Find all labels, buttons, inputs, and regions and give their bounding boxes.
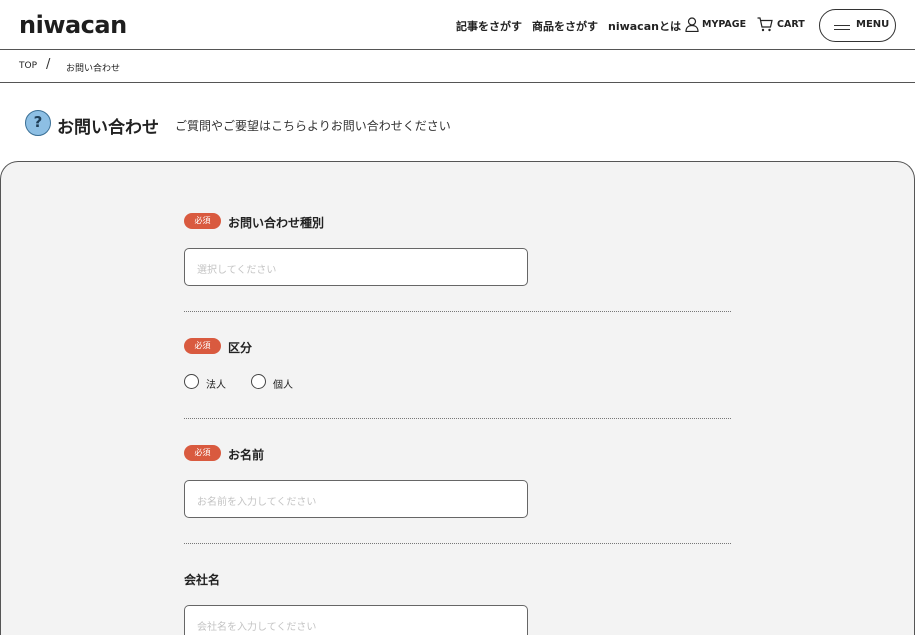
required-badge: 必須: [184, 445, 221, 461]
radio-individual[interactable]: [251, 374, 266, 389]
nav-search-articles[interactable]: 記事をさがす: [456, 18, 522, 34]
breadcrumb-separator: /: [46, 57, 51, 72]
radio-corporate[interactable]: [184, 374, 199, 389]
inquiry-type-placeholder: 選択してください: [197, 265, 277, 276]
divider: [184, 543, 731, 544]
contact-form-panel: [0, 161, 915, 635]
hamburger-icon: [834, 25, 850, 30]
site-logo[interactable]: niwacan: [19, 11, 127, 39]
required-badge: 必須: [184, 213, 221, 229]
inquiry-type-label: お問い合わせ種別: [228, 216, 325, 230]
radio-corporate-label[interactable]: 法人: [206, 376, 226, 391]
user-icon[interactable]: [685, 17, 699, 32]
menu-label: MENU: [856, 19, 890, 30]
menu-button[interactable]: MENU: [819, 9, 896, 42]
radio-individual-label[interactable]: 個人: [273, 376, 293, 391]
required-badge: 必須: [184, 338, 221, 354]
page-subtitle: ご質問やご要望はこちらよりお問い合わせください: [175, 119, 451, 133]
company-label: 会社名: [184, 573, 221, 587]
site-header: niwacan 記事をさがす 商品をさがす niwacanとは MYPAGE C…: [0, 0, 915, 50]
name-placeholder: お名前を入力してください: [197, 497, 317, 508]
breadcrumb-top-link[interactable]: TOP: [19, 61, 37, 71]
divider: [184, 311, 731, 312]
cart-link[interactable]: CART: [777, 19, 805, 30]
name-label: お名前: [228, 448, 265, 462]
page-title: お問い合わせ: [57, 118, 159, 138]
name-input[interactable]: お名前を入力してください: [184, 480, 528, 518]
cart-icon[interactable]: [757, 17, 773, 32]
divider: [184, 418, 731, 419]
mypage-link[interactable]: MYPAGE: [702, 19, 746, 30]
inquiry-type-select[interactable]: 選択してください: [184, 248, 528, 286]
company-placeholder: 会社名を入力してください: [197, 622, 317, 633]
nav-about[interactable]: niwacanとは: [608, 18, 681, 34]
category-label: 区分: [228, 341, 253, 355]
breadcrumb-current: お問い合わせ: [66, 64, 121, 74]
question-icon: ?: [25, 110, 51, 136]
breadcrumb: TOP / お問い合わせ: [0, 51, 915, 83]
nav-search-products[interactable]: 商品をさがす: [532, 18, 598, 34]
company-input[interactable]: 会社名を入力してください: [184, 605, 528, 635]
